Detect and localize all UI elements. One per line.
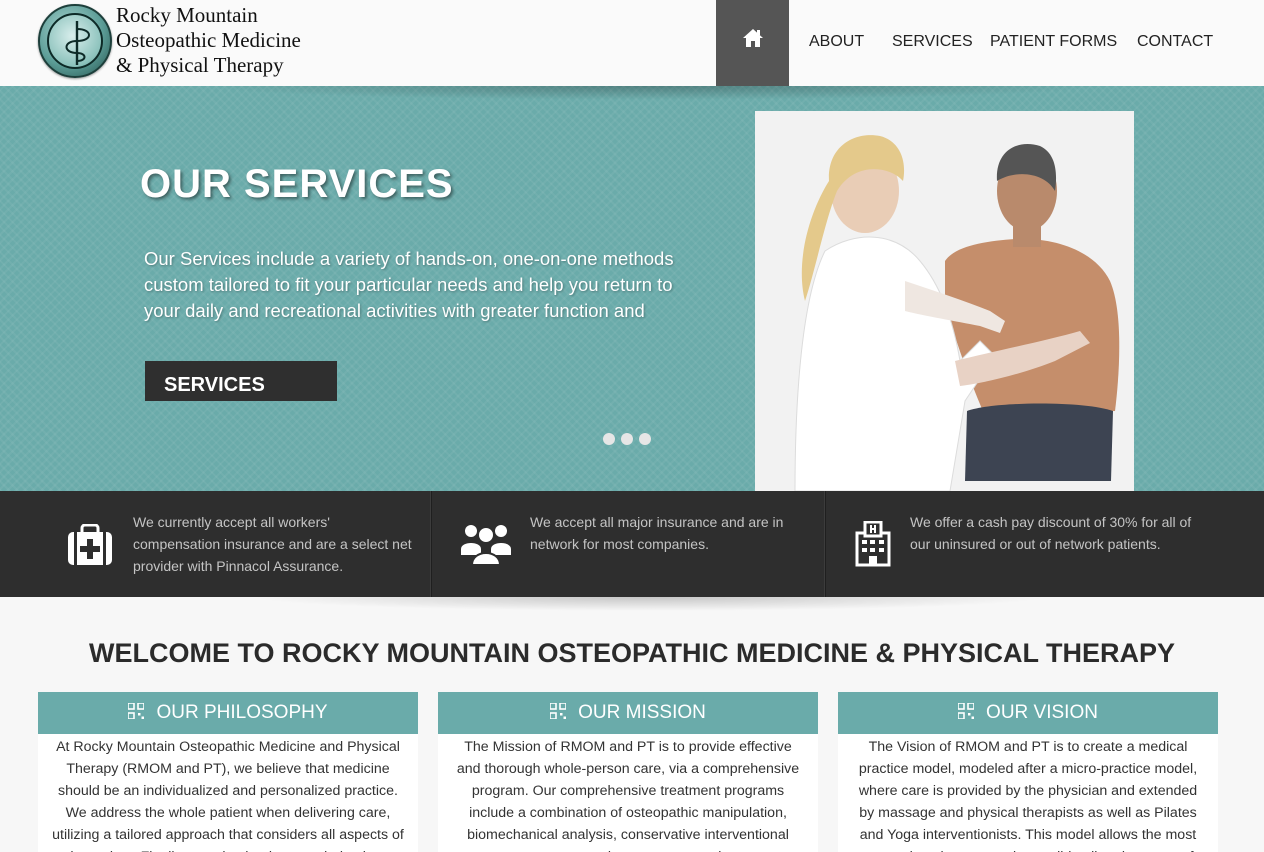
logo-icon[interactable] [38,4,112,78]
hero-text: Our Services include a variety of hands-… [144,248,674,321]
home-icon [743,29,763,47]
services-button[interactable]: SERVICES [145,361,337,401]
nav-about[interactable]: ABOUT [809,33,864,51]
philosophy-panel: OUR PHILOSOPHY At Rocky Mountain Osteopa… [38,692,418,852]
users-icon [461,525,511,566]
qr-code-icon [549,702,567,720]
brand-name[interactable]: Rocky Mountain Osteopathic Medicine & Ph… [116,3,301,78]
brand-line-1: Rocky Mountain [116,3,258,27]
philosophy-title: OUR PHILOSOPHY [156,702,328,723]
slider-dots [603,430,657,449]
info-text-2: We accept all major insurance and are in… [530,514,784,552]
vision-text: The Vision of RMOM and PT is to create a… [858,739,1198,852]
slider-dot-1[interactable] [603,433,615,445]
nav-home-button[interactable] [716,0,789,86]
site-header: Rocky Mountain Osteopathic Medicine & Ph… [0,0,1264,86]
header-shadow [200,86,1100,100]
info-divider [824,491,826,597]
medical-kit-icon [68,524,112,565]
info-divider [430,491,432,597]
info-bar: We currently accept all workers' compens… [0,491,1264,597]
info-text-3: We offer a cash pay discount of 30% for … [910,514,1192,552]
mission-text: The Mission of RMOM and PT is to provide… [456,739,800,852]
nav-services[interactable]: SERVICES [892,33,973,51]
brand-line-3: & Physical Therapy [116,53,284,77]
qr-code-icon [957,702,975,720]
brand-line-2: Osteopathic Medicine [116,28,301,52]
hero-title: OUR SERVICES [140,162,454,206]
nav-contact[interactable]: CONTACT [1137,33,1213,51]
info-bar-shadow [250,597,1050,611]
vision-panel: OUR VISION The Vision of RMOM and PT is … [838,692,1218,852]
vision-header: OUR VISION [838,692,1218,734]
hero-photo [755,111,1134,491]
mission-title: OUR MISSION [578,702,706,723]
slider-dot-2[interactable] [621,433,633,445]
welcome-heading: WELCOME TO ROCKY MOUNTAIN OSTEOPATHIC ME… [88,638,1176,668]
qr-code-icon [127,702,146,720]
slider-dot-3[interactable] [639,433,651,445]
philosophy-text: At Rocky Mountain Osteopathic Medicine a… [52,739,404,852]
vision-title: OUR VISION [986,702,1098,723]
philosophy-header: OUR PHILOSOPHY [38,692,418,734]
nav-patient-forms[interactable]: PATIENT FORMS [990,33,1117,51]
hospital-icon [855,521,891,567]
mission-panel: OUR MISSION The Mission of RMOM and PT i… [438,692,818,852]
info-text-1: We currently accept all workers' compens… [133,514,412,574]
mission-header: OUR MISSION [438,692,818,734]
